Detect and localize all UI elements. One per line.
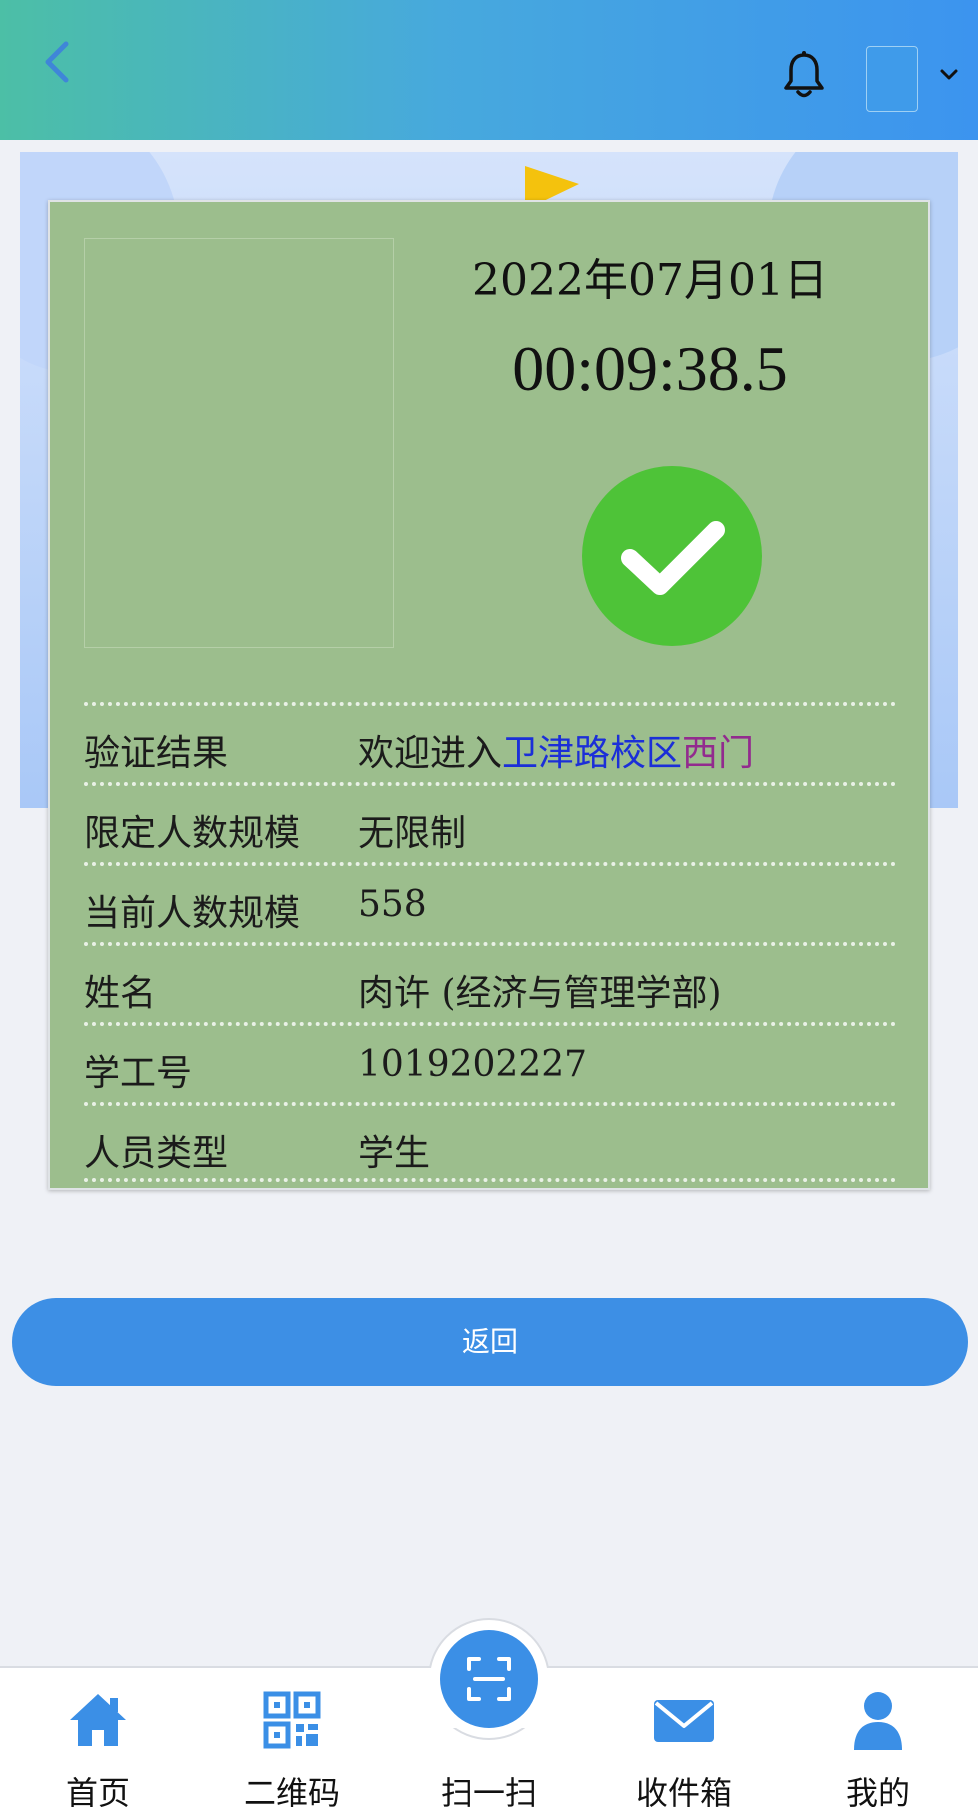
gate-name: 西门 <box>682 733 755 774</box>
nav-label: 首页 <box>65 1774 130 1812</box>
mail-icon <box>654 1700 714 1742</box>
row-label: 限定人数规模 <box>84 813 301 854</box>
home-icon <box>70 1694 126 1746</box>
campus-name: 卫津路校区 <box>502 733 683 774</box>
verification-card: 2022年07月01日 00:09:38.5 验证结果 欢迎进入卫津路校区西门 … <box>48 200 930 1190</box>
chevron-down-icon <box>940 69 958 80</box>
nav-label: 二维码 <box>243 1774 340 1812</box>
nav-label: 我的 <box>845 1774 910 1812</box>
account-dropdown[interactable] <box>934 62 964 88</box>
row-value: 558 <box>358 884 427 925</box>
welcome-text: 欢迎进入 <box>358 733 503 774</box>
avatar[interactable] <box>866 46 918 112</box>
qr-code-icon <box>263 1691 321 1749</box>
verification-time: 00:09:38.5 <box>512 333 788 404</box>
info-row-result: 验证结果 欢迎进入卫津路校区西门 <box>84 702 896 782</box>
info-table: 验证结果 欢迎进入卫津路校区西门 限定人数规模 无限制 当前人数规模 558 姓… <box>84 702 896 1182</box>
nav-item-inbox[interactable]: 收件箱 <box>604 1668 764 1818</box>
nav-item-qr-code[interactable]: 二维码 <box>212 1668 372 1818</box>
user-icon <box>854 1692 902 1750</box>
row-label: 当前人数规模 <box>84 893 301 934</box>
check-circle-icon <box>582 466 762 646</box>
photo-placeholder <box>84 238 394 648</box>
notification-button[interactable] <box>782 50 826 100</box>
bell-icon <box>784 51 824 98</box>
info-row-limit: 限定人数规模 无限制 <box>84 782 896 862</box>
row-value: 学生 <box>358 1133 431 1174</box>
info-row-current-count: 当前人数规模 558 <box>84 862 896 942</box>
row-label: 学工号 <box>84 1053 193 1094</box>
verification-date: 2022年07月01日 <box>472 255 828 306</box>
row-label: 验证结果 <box>84 733 229 774</box>
row-value: 1019202227 <box>358 1044 588 1085</box>
row-value: 肉许 (经济与管理学部) <box>358 973 722 1014</box>
info-row-name: 姓名 肉许 (经济与管理学部) <box>84 942 896 1022</box>
return-button[interactable]: 返回 <box>12 1298 968 1386</box>
info-row-id: 学工号 1019202227 <box>84 1022 896 1102</box>
row-value: 欢迎进入卫津路校区西门 <box>358 724 754 776</box>
nav-item-profile[interactable]: 我的 <box>798 1668 958 1818</box>
nav-item-home[interactable]: 首页 <box>18 1668 178 1818</box>
scan-button[interactable] <box>440 1630 538 1728</box>
scan-icon <box>467 1657 511 1701</box>
row-label: 姓名 <box>84 973 157 1014</box>
top-bar <box>0 0 978 140</box>
row-value: 无限制 <box>358 813 467 854</box>
chevron-left-icon <box>45 41 69 83</box>
info-row-type: 人员类型 学生 <box>84 1102 896 1182</box>
nav-label: 扫一扫 <box>440 1774 537 1812</box>
back-button[interactable] <box>38 38 78 88</box>
nav-label: 收件箱 <box>635 1774 732 1812</box>
row-label: 人员类型 <box>84 1133 229 1174</box>
